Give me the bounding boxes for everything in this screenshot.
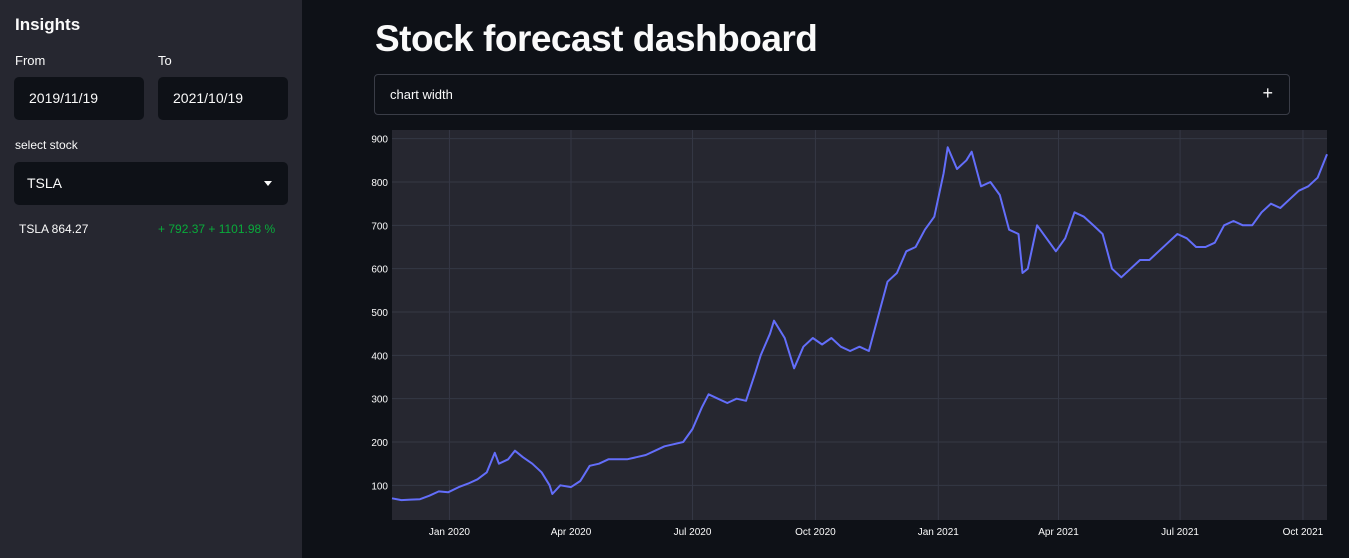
plot-background bbox=[392, 130, 1327, 520]
stock-select[interactable]: TSLA bbox=[14, 162, 288, 205]
x-tick-label: Jul 2020 bbox=[674, 527, 712, 538]
x-tick-label: Apr 2020 bbox=[551, 527, 592, 538]
to-label: To bbox=[158, 53, 172, 68]
y-tick-label: 700 bbox=[371, 221, 388, 232]
metric-value: TSLA 864.27 bbox=[19, 222, 89, 236]
x-tick-label: Oct 2021 bbox=[1283, 527, 1324, 538]
page-title: Stock forecast dashboard bbox=[375, 18, 818, 59]
stock-price-chart[interactable]: 100 200 300 400 500 600 700 800 900 Jan 2020 Apr 2… bbox=[366, 128, 1328, 540]
y-tick-label: 600 bbox=[371, 265, 388, 276]
to-date-input[interactable]: 2021/10/19 bbox=[158, 77, 288, 120]
from-date-input[interactable]: 2019/11/19 bbox=[14, 77, 144, 120]
expander-label: chart width bbox=[390, 87, 453, 102]
x-tick-label: Jan 2020 bbox=[429, 527, 471, 538]
from-label: From bbox=[15, 53, 46, 68]
y-tick-label: 300 bbox=[371, 395, 388, 406]
x-tick-label: Oct 2020 bbox=[795, 527, 836, 538]
y-tick-label: 800 bbox=[371, 178, 388, 189]
metric-delta: + 792.37 + 1101.98 % bbox=[158, 222, 276, 236]
chart-width-expander[interactable]: chart width + bbox=[374, 74, 1290, 115]
chevron-down-icon[interactable] bbox=[264, 181, 272, 186]
y-tick-label: 200 bbox=[371, 438, 388, 449]
y-tick-label: 900 bbox=[371, 135, 388, 146]
y-tick-label: 500 bbox=[371, 308, 388, 319]
plus-icon[interactable]: + bbox=[1262, 83, 1273, 104]
sidebar: Insights From To 2019/11/19 2021/10/19 s… bbox=[0, 0, 302, 558]
y-tick-label: 400 bbox=[371, 351, 388, 362]
x-tick-label: Apr 2021 bbox=[1038, 527, 1079, 538]
stock-select-value: TSLA bbox=[27, 175, 63, 191]
x-tick-label: Jan 2021 bbox=[918, 527, 960, 538]
select-stock-label: select stock bbox=[15, 138, 78, 152]
y-tick-label: 100 bbox=[371, 481, 388, 492]
sidebar-title: Insights bbox=[15, 15, 81, 34]
x-tick-label: Jul 2021 bbox=[1161, 527, 1199, 538]
